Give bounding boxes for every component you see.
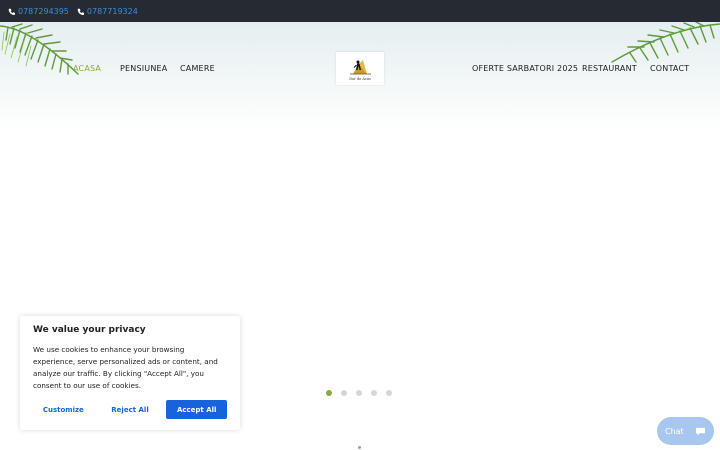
palm-leaf-left-decoration (0, 23, 79, 75)
reject-all-button[interactable]: Reject All (99, 400, 161, 419)
phone-icon (77, 8, 84, 15)
chat-widget-button[interactable]: Chat (657, 417, 714, 445)
nav-item-camere[interactable]: CAMERE (180, 64, 215, 73)
slider-dot-5[interactable] (386, 390, 392, 396)
logo-mark-icon (350, 60, 371, 75)
scroll-down-indicator[interactable] (358, 446, 361, 449)
site-logo[interactable]: Dor de Acas (336, 52, 384, 85)
nav-item-acasa[interactable]: ACASA (73, 64, 101, 73)
slider-dot-3[interactable] (356, 390, 362, 396)
cookie-title: We value your privacy (33, 325, 146, 335)
nav-item-contact[interactable]: CONTACT (650, 64, 689, 73)
palm-leaf-right-decoration (611, 22, 720, 63)
nav-item-oferte-sarbatori[interactable]: OFERTE SARBATORI 2025 (472, 64, 578, 73)
slider-dot-1[interactable] (326, 390, 332, 396)
slider-dot-2[interactable] (341, 390, 347, 396)
cookie-button-group: Customize Reject All Accept All (33, 400, 228, 419)
nav-item-restaurant[interactable]: RESTAURANT (582, 64, 637, 73)
phone-link-2[interactable]: 0787719324 (77, 7, 138, 16)
phone-number-2: 0787719324 (86, 6, 138, 16)
chat-label: Chat (665, 426, 684, 436)
cookie-consent-banner: We value your privacy We use cookies to … (20, 316, 240, 430)
phone-icon (8, 8, 15, 15)
customize-button[interactable]: Customize (33, 400, 94, 419)
chat-bubble-icon (696, 427, 705, 436)
top-contact-bar: 0787294395 0787719324 (0, 0, 720, 22)
phone-number-1: 0787294395 (18, 6, 69, 16)
logo-text: Dor de Acas (349, 77, 371, 81)
accept-all-button[interactable]: Accept All (166, 400, 228, 419)
nav-item-pensiunea[interactable]: PENSIUNEA (120, 64, 167, 73)
slider-pagination (326, 390, 392, 396)
cookie-description: We use cookies to enhance your browsing … (33, 345, 218, 390)
slider-dot-4[interactable] (371, 390, 377, 396)
phone-link-1[interactable]: 0787294395 (8, 7, 69, 16)
